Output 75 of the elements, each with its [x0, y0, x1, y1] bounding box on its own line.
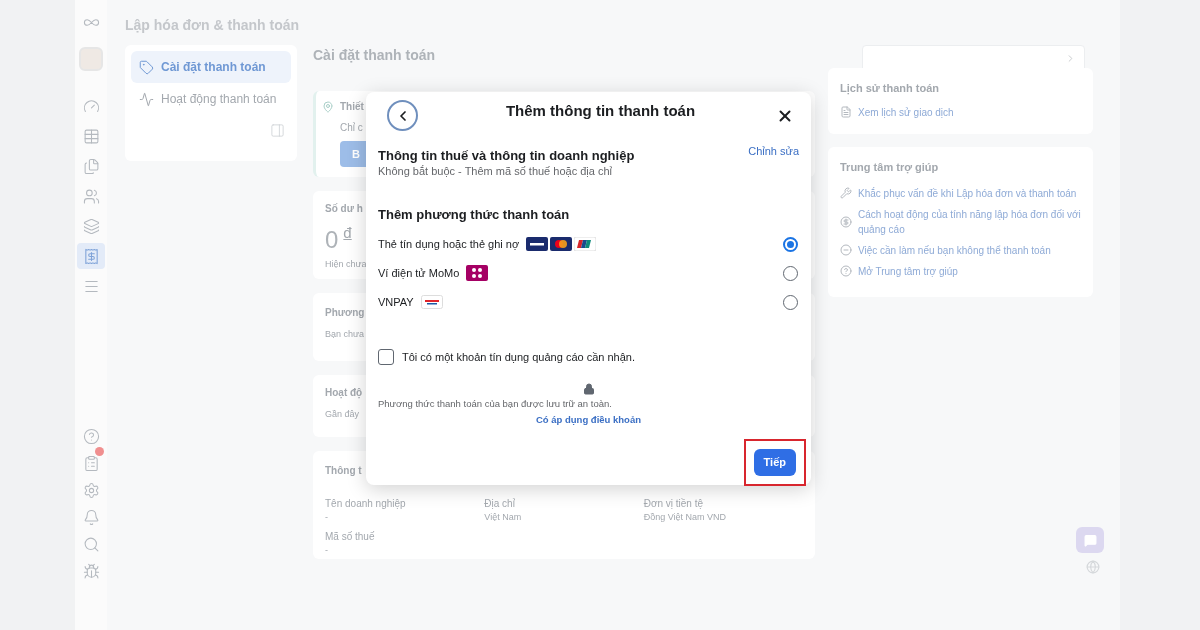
checkbox[interactable] [378, 348, 394, 365]
billing-icon [82, 247, 100, 265]
document-icon [840, 106, 852, 118]
bug-icon [82, 562, 100, 580]
tax-section-subtitle: Không bắt buộc - Thêm mã số thuế hoặc địa chỉ [378, 164, 612, 179]
clipboard-icon [82, 454, 100, 472]
momo-logo-icon [466, 265, 489, 281]
coin-icon [840, 215, 852, 228]
next-button[interactable]: Tiếp [753, 448, 796, 476]
security-note: Phương thức thanh toán của bạn được lưu trữ an toàn. [378, 397, 612, 411]
history-link[interactable]: Xem lịch sử giao dịch [840, 104, 954, 120]
field-value: Đồng Việt Nam VND [643, 511, 727, 524]
dialog-title: Thêm thông tin thanh toán [505, 101, 696, 121]
methods-title: Thêm phương thức thanh toán [378, 206, 570, 224]
globe-icon[interactable] [1086, 560, 1100, 574]
help-link[interactable]: Khắc phục vấn đề khi Lập hóa đơn và thanh toán [840, 185, 1077, 201]
card-title: Thông t [325, 464, 362, 478]
tools-icon [840, 187, 852, 199]
payment-method-option[interactable]: Ví điện tử MoMo [378, 258, 799, 288]
collapse-panel-icon[interactable] [270, 123, 285, 138]
payment-method-option[interactable]: Thẻ tín dụng hoặc thẻ ghi nợ [378, 229, 799, 259]
card-text: Chỉ c [339, 121, 363, 135]
unionpay-logo-icon [574, 237, 597, 251]
gauge-icon [82, 97, 100, 115]
settings-icon [82, 481, 100, 499]
nav-item[interactable]: Cài đặt thanh toán [131, 51, 291, 83]
section-title: Cài đặt thanh toán [313, 46, 436, 65]
field-label: Đơn vị tiền tệ [643, 497, 704, 511]
help-link[interactable]: Việc cần làm nếu bạn không thể thanh toán [840, 242, 1051, 258]
table-icon [82, 127, 100, 145]
help-link[interactable]: Mở Trung tâm trợ giúp [840, 263, 958, 279]
field-value: - [325, 543, 328, 557]
help-link[interactable]: Cách hoạt động của tính năng lập hóa đơn đối với quảng cáo [840, 206, 1081, 237]
help-icon [840, 265, 852, 277]
vnpay-logo-icon [420, 295, 443, 309]
chat-button[interactable] [1076, 527, 1104, 553]
balance-amount: 0 [325, 225, 339, 255]
chat-icon [1083, 533, 1097, 547]
checkbox-label: Tôi có một khoản tín dụng quảng cáo cần nhận. [402, 349, 635, 365]
lock-icon [582, 383, 595, 395]
card-text: Bạn chưa [325, 328, 365, 341]
field-value: Việt Nam [484, 511, 522, 524]
payment-method-option[interactable]: VNPAY [378, 287, 799, 317]
mastercard-logo-icon [550, 237, 573, 251]
currency-symbol: đ [343, 223, 352, 243]
people-icon [82, 187, 100, 205]
card-title: Thiết [340, 100, 364, 114]
radio-button[interactable] [783, 236, 798, 252]
back-button[interactable] [387, 100, 418, 131]
field-label: Địa chỉ [484, 497, 515, 511]
card-note: Hiện chưa [325, 258, 367, 271]
card-title: Trung tâm trợ giúp [840, 160, 939, 176]
card-text: Gần đây [325, 408, 360, 421]
bell-icon [82, 508, 100, 526]
card-title: Lịch sử thanh toán [840, 81, 940, 97]
rail-button[interactable] [77, 243, 105, 269]
tax-section-title: Thông tin thuế và thông tin doanh nghiệp [378, 147, 635, 164]
help-icon [82, 427, 100, 445]
card-title: Số dư h [325, 202, 363, 216]
card-title: Hoạt độ [325, 386, 363, 400]
pin-icon [322, 100, 334, 113]
minus-circle-icon [840, 244, 852, 256]
nav-item[interactable]: Hoạt động thanh toán [131, 83, 291, 115]
pulse-icon [139, 91, 154, 107]
field-label: Mã số thuế [325, 529, 375, 544]
pages-icon [82, 157, 100, 175]
search-icon [82, 535, 100, 553]
tag-icon [139, 59, 154, 75]
field-label: Tên doanh nghiệp [325, 497, 406, 511]
terms-link[interactable]: Có áp dụng điều khoản [536, 413, 641, 428]
card-title: Phương [325, 306, 365, 320]
visa-logo-icon [526, 237, 549, 251]
field-value: - [325, 511, 328, 524]
stack-icon [82, 217, 100, 235]
edit-link[interactable]: Chỉnh sửa [748, 143, 799, 179]
